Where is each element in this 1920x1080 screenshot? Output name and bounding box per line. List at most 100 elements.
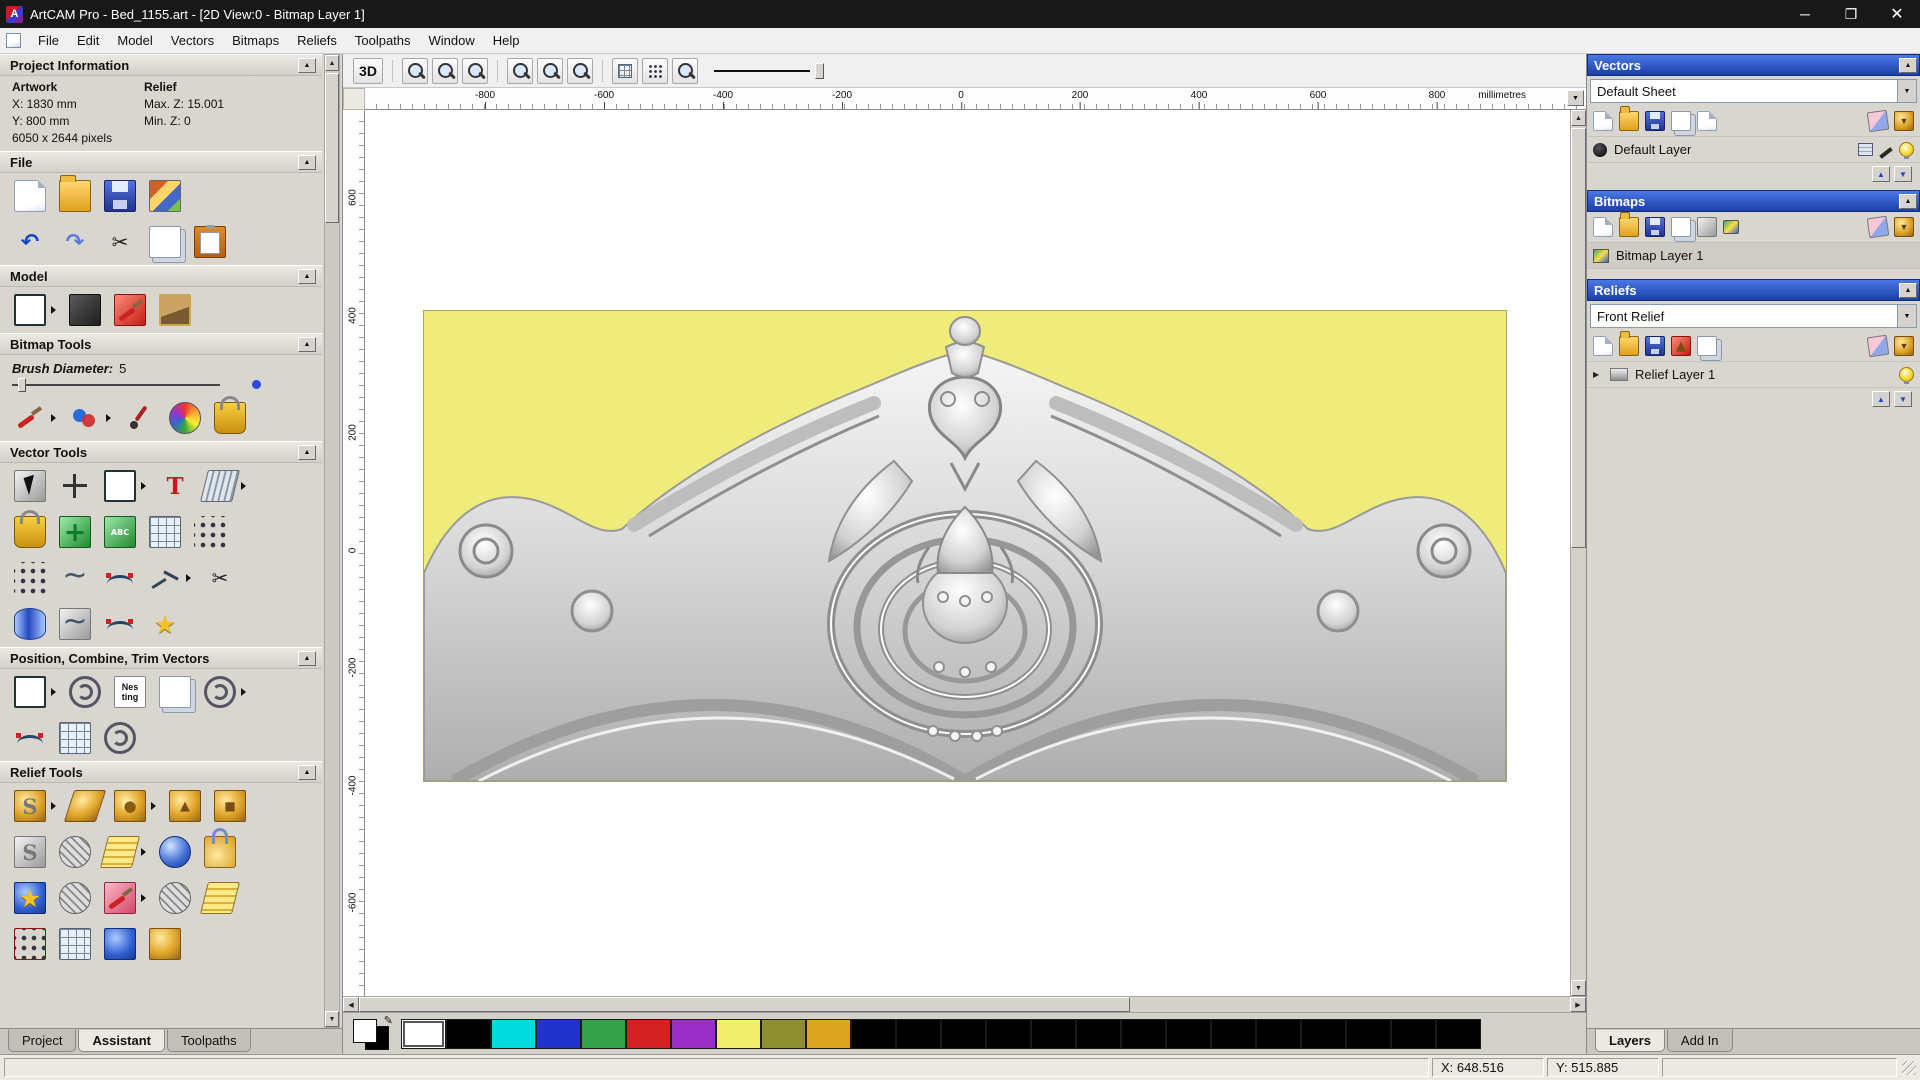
open-vector-layer-icon[interactable] bbox=[1619, 106, 1639, 131]
sculpt-model-icon[interactable] bbox=[114, 294, 146, 326]
spin-relief-icon[interactable] bbox=[159, 836, 191, 868]
star-relief-icon[interactable] bbox=[14, 882, 46, 914]
scatter-relief-icon[interactable] bbox=[14, 928, 46, 960]
text-on-curve-icon[interactable] bbox=[104, 516, 136, 548]
palette-swatch[interactable] bbox=[1031, 1018, 1076, 1049]
slider-handle[interactable] bbox=[18, 377, 26, 392]
snap-grid-icon[interactable] bbox=[149, 516, 181, 548]
rotate-copy-icon[interactable] bbox=[69, 676, 101, 708]
move-layer-up-icon[interactable]: ▲ bbox=[1872, 391, 1890, 407]
assistant-scrollbar[interactable]: ▲ ▼ bbox=[324, 54, 340, 1028]
select-vectors-icon[interactable] bbox=[14, 470, 46, 502]
new-vector-layer-icon[interactable] bbox=[1593, 111, 1613, 131]
flyout-arrow-icon[interactable] bbox=[106, 414, 111, 422]
create-text-icon[interactable] bbox=[159, 470, 191, 502]
palette-swatch[interactable] bbox=[1301, 1018, 1346, 1049]
scrollbar-thumb[interactable] bbox=[359, 997, 1130, 1012]
wax-relief-icon[interactable] bbox=[149, 928, 181, 960]
adjust-bitmap-icon[interactable] bbox=[1697, 217, 1717, 237]
hatch-fill-icon[interactable] bbox=[59, 722, 91, 754]
merge-layers-icon[interactable] bbox=[1894, 336, 1914, 356]
merge-layers-icon[interactable] bbox=[1894, 217, 1914, 237]
scroll-up-icon[interactable]: ▲ bbox=[1571, 110, 1586, 126]
collapse-button[interactable] bbox=[1899, 282, 1917, 298]
sculpt-relief-icon[interactable] bbox=[14, 790, 46, 822]
vector-layer-row[interactable]: Default Layer bbox=[1587, 137, 1920, 163]
relief-select[interactable]: Front Relief bbox=[1590, 304, 1917, 328]
line-width-handle[interactable] bbox=[815, 62, 824, 79]
texture-relief-icon[interactable] bbox=[214, 790, 246, 822]
visibility-toggle-icon[interactable] bbox=[1899, 142, 1914, 159]
model-sheet[interactable] bbox=[423, 310, 1507, 787]
zoom-window-button[interactable] bbox=[462, 57, 488, 84]
move-layer-down-icon[interactable]: ▼ bbox=[1894, 391, 1912, 407]
palette-swatch[interactable] bbox=[986, 1018, 1031, 1049]
scroll-up-icon[interactable]: ▲ bbox=[325, 55, 339, 71]
set-model-size-icon[interactable] bbox=[14, 294, 46, 326]
palette-swatch[interactable] bbox=[1121, 1018, 1166, 1049]
export-model-icon[interactable] bbox=[149, 180, 181, 212]
menu-file[interactable]: File bbox=[29, 30, 68, 51]
chevron-down-icon[interactable] bbox=[1897, 80, 1916, 102]
flyout-arrow-icon[interactable] bbox=[186, 574, 191, 582]
copy-relief-layer-icon[interactable] bbox=[1697, 336, 1717, 356]
extrude-relief-icon[interactable] bbox=[200, 882, 240, 914]
palette-swatch[interactable] bbox=[536, 1018, 581, 1049]
collapse-button[interactable] bbox=[1899, 193, 1917, 209]
group-vectors-icon[interactable] bbox=[159, 676, 191, 708]
scroll-right-icon[interactable]: ▶ bbox=[1570, 997, 1586, 1012]
zoom-previous-button[interactable] bbox=[567, 57, 593, 84]
offset-relief-icon[interactable] bbox=[100, 836, 140, 868]
menu-vectors[interactable]: Vectors bbox=[162, 30, 223, 51]
new-model-icon[interactable] bbox=[14, 180, 46, 212]
weld-vectors-icon[interactable] bbox=[204, 676, 236, 708]
vector-doctor-icon[interactable] bbox=[149, 608, 181, 640]
palette-swatch[interactable] bbox=[1256, 1018, 1301, 1049]
smooth-relief-icon[interactable] bbox=[63, 790, 107, 822]
palette-swatch[interactable] bbox=[1346, 1018, 1391, 1049]
smooth-blend-icon[interactable] bbox=[104, 928, 136, 960]
resize-grip[interactable] bbox=[1902, 1060, 1916, 1075]
flyout-arrow-icon[interactable] bbox=[141, 894, 146, 902]
delete-layer-icon[interactable] bbox=[1866, 109, 1890, 133]
h-ruler[interactable]: millimetres -800 -600 -400 -200 0 200 400 600 80… bbox=[365, 88, 1586, 110]
new-bitmap-layer-icon[interactable] bbox=[1593, 217, 1613, 237]
flyout-arrow-icon[interactable] bbox=[51, 414, 56, 422]
zoom-out-button[interactable] bbox=[432, 57, 458, 84]
trim-vectors-icon[interactable] bbox=[14, 722, 46, 754]
relief-direction-icon[interactable] bbox=[1671, 336, 1691, 356]
create-ellipse-icon[interactable] bbox=[59, 603, 91, 640]
zoom-in-button[interactable] bbox=[402, 57, 428, 84]
cut-icon[interactable] bbox=[104, 226, 136, 258]
tab-toolpaths[interactable]: Toolpaths bbox=[167, 1029, 251, 1052]
bitmap-preview-icon[interactable] bbox=[1723, 220, 1739, 234]
paint-brush-icon[interactable] bbox=[14, 402, 46, 434]
flyout-arrow-icon[interactable] bbox=[51, 802, 56, 810]
flyout-arrow-icon[interactable] bbox=[151, 802, 156, 810]
v-ruler[interactable]: 600 400 200 0 -200 -400 -600 bbox=[343, 110, 365, 996]
flyout-arrow-icon[interactable] bbox=[51, 306, 56, 314]
palette-swatch[interactable] bbox=[401, 1018, 446, 1049]
scroll-left-icon[interactable]: ◀ bbox=[343, 997, 359, 1012]
delete-layer-icon[interactable] bbox=[1866, 334, 1890, 358]
snap-grid-toggle[interactable] bbox=[612, 57, 638, 84]
document-icon[interactable] bbox=[6, 33, 21, 48]
add-texture-icon[interactable] bbox=[69, 294, 101, 326]
palette-swatch[interactable] bbox=[941, 1018, 986, 1049]
relief-layer-row[interactable]: Relief Layer 1 bbox=[1587, 362, 1920, 388]
collapse-button[interactable] bbox=[298, 58, 316, 73]
fillet-icon[interactable] bbox=[104, 608, 136, 640]
node-editing-icon[interactable] bbox=[204, 562, 236, 594]
flyout-arrow-icon[interactable] bbox=[51, 688, 56, 696]
menu-reliefs[interactable]: Reliefs bbox=[288, 30, 346, 51]
visibility-toggle-icon[interactable] bbox=[1899, 367, 1914, 384]
maximize-button[interactable]: ❐ bbox=[1828, 0, 1874, 28]
edit-colour-icon[interactable]: ✎ bbox=[384, 1014, 393, 1027]
layer-colour-icon[interactable] bbox=[1593, 142, 1607, 157]
mesh-sphere-icon[interactable] bbox=[159, 882, 191, 914]
collapse-button[interactable] bbox=[298, 765, 316, 780]
freehand-curve-icon[interactable] bbox=[59, 556, 91, 594]
new-relief-layer-icon[interactable] bbox=[1593, 336, 1613, 356]
colour-blend-icon[interactable] bbox=[69, 402, 101, 434]
palette-swatch[interactable] bbox=[1391, 1018, 1436, 1049]
